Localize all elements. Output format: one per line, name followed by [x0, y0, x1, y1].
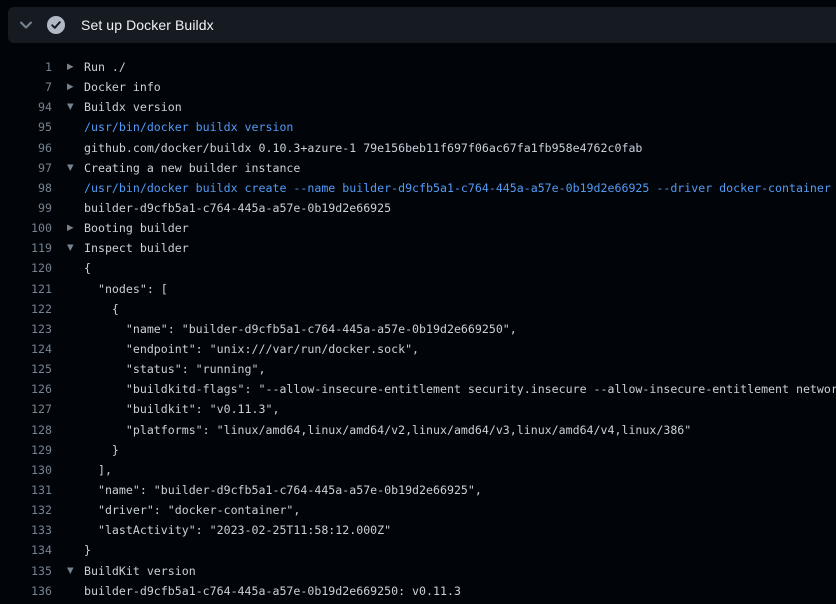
log-text: } [84, 443, 119, 457]
step-header[interactable]: Set up Docker Buildx [8, 7, 836, 43]
log-line: 98 /usr/bin/docker buildx create --name … [0, 178, 836, 198]
log-text: builder-d9cfb5a1-c764-445a-a57e-0b19d2e6… [84, 201, 391, 215]
disclosure-triangle-icon[interactable]: ▶ [52, 62, 84, 72]
line-number[interactable]: 98 [0, 181, 52, 195]
line-number[interactable]: 132 [0, 503, 52, 517]
log-text: /usr/bin/docker buildx create --name bui… [84, 181, 831, 195]
line-number[interactable]: 94 [0, 100, 52, 114]
line-number[interactable]: 129 [0, 443, 52, 457]
log-line[interactable]: 1 ▶ Run ./ [0, 57, 836, 77]
line-number[interactable]: 97 [0, 161, 52, 175]
log-line: 95 /usr/bin/docker buildx version [0, 117, 836, 137]
line-number[interactable]: 126 [0, 382, 52, 396]
line-number[interactable]: 96 [0, 141, 52, 155]
log-line: 127 "buildkit": "v0.11.3", [0, 399, 836, 419]
line-number[interactable]: 99 [0, 201, 52, 215]
log-text: github.com/docker/buildx 0.10.3+azure-1 … [84, 141, 642, 155]
log-text[interactable]: Creating a new builder instance [84, 161, 300, 175]
log-text: "name": "builder-d9cfb5a1-c764-445a-a57e… [84, 322, 517, 336]
line-number[interactable]: 133 [0, 523, 52, 537]
log-line: 122 { [0, 299, 836, 319]
line-number[interactable]: 124 [0, 342, 52, 356]
log-line: 132 "driver": "docker-container", [0, 500, 836, 520]
log-text[interactable]: Buildx version [84, 100, 182, 114]
log-text: ], [84, 463, 112, 477]
step-title: Set up Docker Buildx [81, 17, 214, 33]
disclosure-triangle-icon[interactable]: ▼ [52, 102, 84, 112]
log-line: 126 "buildkitd-flags": "--allow-insecure… [0, 379, 836, 399]
log-line: 134 } [0, 540, 836, 560]
log-line[interactable]: 119 ▼ Inspect builder [0, 238, 836, 258]
log-line: 128 "platforms": "linux/amd64,linux/amd6… [0, 420, 836, 440]
log-text: "lastActivity": "2023-02-25T11:58:12.000… [84, 523, 391, 537]
log-line: 125 "status": "running", [0, 359, 836, 379]
log-text: "status": "running", [84, 362, 265, 376]
log-text: "endpoint": "unix:///var/run/docker.sock… [84, 342, 419, 356]
line-number[interactable]: 121 [0, 282, 52, 296]
disclosure-triangle-icon[interactable]: ▼ [52, 566, 84, 576]
log-line: 120 { [0, 258, 836, 278]
log-text[interactable]: Booting builder [84, 221, 189, 235]
log-text: "platforms": "linux/amd64,linux/amd64/v2… [84, 423, 691, 437]
line-number[interactable]: 122 [0, 302, 52, 316]
line-number[interactable]: 100 [0, 221, 52, 235]
log-text[interactable]: Run ./ [84, 60, 126, 74]
line-number[interactable]: 7 [0, 80, 52, 94]
disclosure-triangle-icon[interactable]: ▼ [52, 243, 84, 253]
disclosure-triangle-icon[interactable]: ▼ [52, 163, 84, 173]
disclosure-triangle-icon[interactable]: ▶ [52, 223, 84, 233]
log-text: builder-d9cfb5a1-c764-445a-a57e-0b19d2e6… [84, 584, 461, 598]
log-line[interactable]: 135 ▼ BuildKit version [0, 561, 836, 581]
log-text[interactable]: Docker info [84, 80, 161, 94]
log-line: 99 builder-d9cfb5a1-c764-445a-a57e-0b19d… [0, 198, 836, 218]
log-line[interactable]: 100 ▶ Booting builder [0, 218, 836, 238]
log-line[interactable]: 94 ▼ Buildx version [0, 97, 836, 117]
log-text: { [84, 302, 119, 316]
line-number[interactable]: 119 [0, 241, 52, 255]
line-number[interactable]: 123 [0, 322, 52, 336]
line-number[interactable]: 127 [0, 402, 52, 416]
actions-log-viewer: Set up Docker Buildx 1 ▶ Run ./ 7 ▶ Dock… [0, 0, 836, 604]
line-number[interactable]: 128 [0, 423, 52, 437]
line-number[interactable]: 95 [0, 120, 52, 134]
log-line: 130 ], [0, 460, 836, 480]
log-line: 129 } [0, 440, 836, 460]
log-line: 123 "name": "builder-d9cfb5a1-c764-445a-… [0, 319, 836, 339]
disclosure-triangle-icon[interactable]: ▶ [52, 82, 84, 92]
log-text: } [84, 543, 91, 557]
log-line: 121 "nodes": [ [0, 279, 836, 299]
log-line: 96 github.com/docker/buildx 0.10.3+azure… [0, 138, 836, 158]
log-text: "name": "builder-d9cfb5a1-c764-445a-a57e… [84, 483, 482, 497]
log-text[interactable]: BuildKit version [84, 564, 196, 578]
line-number[interactable]: 131 [0, 483, 52, 497]
line-number[interactable]: 134 [0, 543, 52, 557]
line-number[interactable]: 135 [0, 564, 52, 578]
log-line: 124 "endpoint": "unix:///var/run/docker.… [0, 339, 836, 359]
check-circle-icon [47, 16, 65, 34]
line-number[interactable]: 136 [0, 584, 52, 598]
log-line[interactable]: 7 ▶ Docker info [0, 77, 836, 97]
log-text[interactable]: Inspect builder [84, 241, 189, 255]
chevron-down-icon[interactable] [19, 18, 33, 32]
log-line: 133 "lastActivity": "2023-02-25T11:58:12… [0, 520, 836, 540]
line-number[interactable]: 130 [0, 463, 52, 477]
log-text: /usr/bin/docker buildx version [84, 120, 293, 134]
line-number[interactable]: 1 [0, 60, 52, 74]
log-text: "buildkit": "v0.11.3", [84, 402, 279, 416]
log-text: "driver": "docker-container", [84, 503, 300, 517]
log-text: "buildkitd-flags": "--allow-insecure-ent… [84, 382, 836, 396]
line-number[interactable]: 120 [0, 261, 52, 275]
log-line: 136 builder-d9cfb5a1-c764-445a-a57e-0b19… [0, 581, 836, 601]
log-lines-container: 1 ▶ Run ./ 7 ▶ Docker info 94 ▼ Buildx v… [0, 43, 836, 601]
log-line[interactable]: 97 ▼ Creating a new builder instance [0, 158, 836, 178]
log-text: { [84, 261, 91, 275]
line-number[interactable]: 125 [0, 362, 52, 376]
log-line: 131 "name": "builder-d9cfb5a1-c764-445a-… [0, 480, 836, 500]
log-text: "nodes": [ [84, 282, 168, 296]
